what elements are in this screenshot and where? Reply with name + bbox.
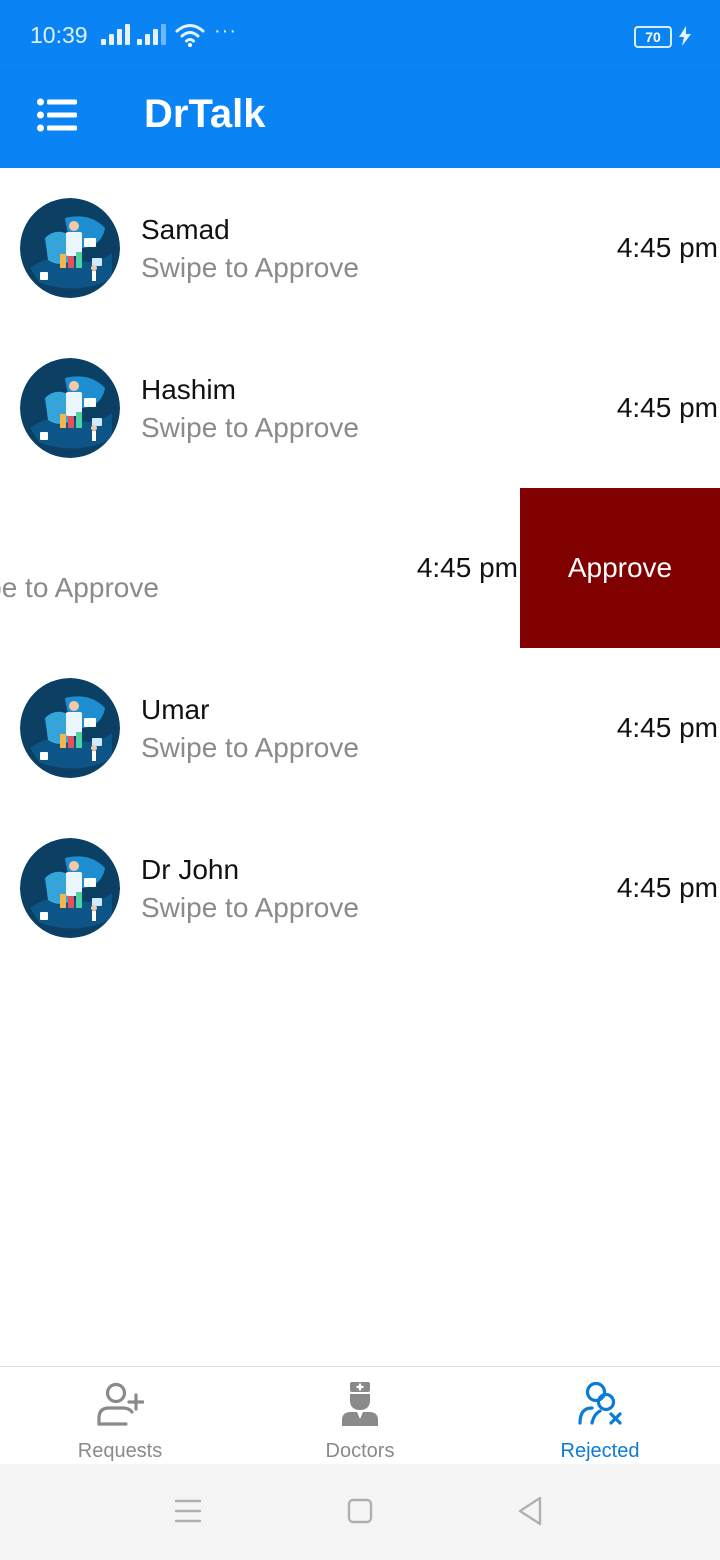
request-time: 4:45 pm <box>416 552 518 583</box>
list-item[interactable]: Hashim Swipe to Approve 4:45 pm <box>0 328 720 488</box>
request-subtitle: Swipe to Approve <box>141 412 359 443</box>
avatar <box>20 198 120 298</box>
tab-rejected[interactable]: Rejected <box>480 1367 720 1465</box>
signal-icon <box>101 24 130 45</box>
tab-requests-label: Requests <box>77 1440 163 1462</box>
app-bar: DrTalk <box>0 72 720 168</box>
request-name: Umar <box>141 694 210 725</box>
recents-icon[interactable] <box>175 1492 201 1532</box>
home-icon[interactable] <box>347 1492 373 1532</box>
add-user-icon <box>97 1382 144 1426</box>
charging-icon <box>679 26 691 46</box>
battery-indicator: 70 <box>634 26 672 48</box>
request-subtitle: Swipe to Approve <box>141 892 359 923</box>
wifi-icon <box>175 24 205 47</box>
signal-icon <box>137 24 166 45</box>
request-name: Dr John <box>141 854 240 885</box>
request-time: 4:45 pm <box>616 392 718 423</box>
request-list: Samad Swipe to Approve 4:45 pm Hashim Swipe … <box>0 168 720 968</box>
battery-level: 70 <box>645 29 661 45</box>
tab-rejected-label: Rejected <box>560 1440 640 1462</box>
avatar <box>20 358 120 458</box>
status-more: ··· <box>214 20 237 42</box>
bottom-tab-bar: Requests Doctors Rejected <box>0 1366 720 1465</box>
menu-icon[interactable] <box>37 98 77 132</box>
tab-doctors-label: Doctors <box>325 1440 395 1462</box>
list-item-content[interactable]: Umar Swipe to Approve 4:45 pm <box>0 648 720 808</box>
status-time: 10:39 <box>30 22 88 48</box>
request-subtitle: Swipe to Approve <box>0 572 159 603</box>
list-item-content[interactable]: AliaSwipe to Approve4:45 pm <box>0 488 520 648</box>
system-nav-bar <box>0 1464 720 1560</box>
approve-button[interactable]: Approve <box>520 488 720 648</box>
request-subtitle: Swipe to Approve <box>141 252 359 283</box>
request-name: Hashim <box>141 374 236 405</box>
rejected-user-icon <box>578 1381 622 1425</box>
page-title: DrTalk <box>144 92 266 136</box>
tab-doctors[interactable]: Doctors <box>240 1367 480 1465</box>
request-name: Samad <box>141 214 230 245</box>
doctor-icon <box>342 1382 378 1426</box>
avatar <box>20 838 120 938</box>
list-item[interactable]: Dr John Swipe to Approve 4:45 pm <box>0 808 720 968</box>
list-item-content[interactable]: Hashim Swipe to Approve 4:45 pm <box>0 328 720 488</box>
list-item[interactable]: AliaSwipe to Approve4:45 pmApprove <box>0 488 720 648</box>
request-time: 4:45 pm <box>616 712 718 743</box>
request-subtitle: Swipe to Approve <box>141 732 359 763</box>
back-icon[interactable] <box>517 1492 543 1532</box>
tab-requests[interactable]: Requests <box>0 1367 240 1465</box>
list-item-content[interactable]: Samad Swipe to Approve 4:45 pm <box>0 168 720 328</box>
request-time: 4:45 pm <box>616 232 718 263</box>
request-time: 4:45 pm <box>616 872 718 903</box>
status-bar: 10:39 ··· 70 <box>0 0 720 72</box>
list-item[interactable]: Samad Swipe to Approve 4:45 pm <box>0 168 720 328</box>
list-item-content[interactable]: Dr John Swipe to Approve 4:45 pm <box>0 808 720 968</box>
list-item[interactable]: Umar Swipe to Approve 4:45 pm <box>0 648 720 808</box>
avatar <box>20 678 120 778</box>
